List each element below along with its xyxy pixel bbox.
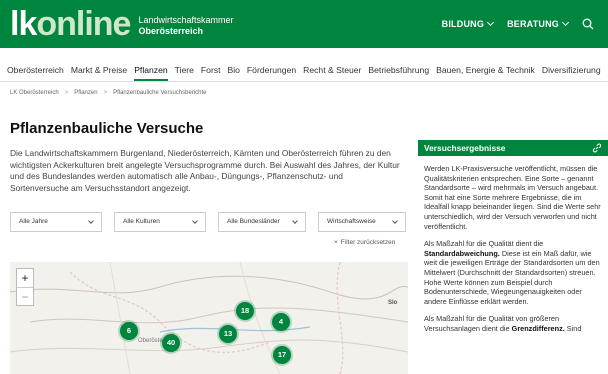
nav-beratung[interactable]: BERATUNG [507, 18, 570, 29]
page-title: Pflanzenbauliche Versuche [10, 120, 204, 137]
map-cluster-marker[interactable]: 13 [219, 325, 237, 343]
info-text: Sind [564, 323, 582, 333]
info-text: Als Maßzahl für die Qualität dient die [424, 239, 544, 249]
map-cluster-marker[interactable]: 40 [162, 334, 180, 352]
logo-wordmark: lkonline [10, 5, 131, 43]
nav-beratung-label: BERATUNG [507, 19, 559, 29]
info-emphasis: Standardabweichung. [424, 248, 500, 258]
breadcrumb-separator: > [64, 90, 69, 96]
results-info-title: Versuchsergebnisse [424, 143, 506, 153]
category-nav: Oberösterreich Markt & Preise Pflanzen T… [0, 58, 608, 82]
map-view[interactable]: + − Oberöste Slo 6 40 18 13 4 17 [10, 262, 408, 374]
map-cluster-marker[interactable]: 18 [236, 302, 254, 320]
cat-oberoesterreich[interactable]: Oberösterreich [7, 58, 64, 81]
cat-markt-preise[interactable]: Markt & Preise [71, 58, 127, 81]
year-select[interactable]: Alle Jahre [10, 212, 102, 232]
reset-filters-label: Filter zurücksetzen [340, 239, 396, 246]
map-label: Oberöste [138, 338, 163, 344]
zoom-in-button[interactable]: + [17, 269, 33, 287]
intro-text: Die Landwirtschaftskammern Burgenland, N… [10, 148, 400, 193]
org-name: Landwirtschaftskammer Oberösterreich [138, 15, 233, 37]
map-cluster-marker[interactable]: 17 [273, 346, 291, 364]
org-name-line1: Landwirtschaftskammer [138, 15, 234, 25]
top-header: lkonline Landwirtschaftskammer Oberöster… [0, 0, 608, 48]
cat-pflanzen[interactable]: Pflanzen [134, 58, 169, 81]
region-select[interactable]: Wirtschaftsweise [318, 212, 406, 232]
year-select-value: Alle Jahre [19, 218, 48, 225]
map-label: Slo [388, 300, 398, 306]
chevron-down-icon [487, 18, 495, 27]
site-logo[interactable]: lkonline Landwirtschaftskammer Oberöster… [10, 6, 234, 42]
map-cluster-marker[interactable]: 4 [272, 313, 290, 331]
info-emphasis: Grenzdifferenz. [511, 323, 565, 333]
region-select-value: Wirtschaftsweise [327, 218, 376, 225]
nav-bildung-label: BILDUNG [441, 19, 485, 29]
close-icon: × [334, 239, 338, 246]
cat-forst[interactable]: Forst [201, 58, 221, 81]
map-cluster-marker[interactable]: 6 [120, 322, 138, 340]
map-zoom-control: + − [16, 268, 34, 306]
chevron-down-icon [88, 218, 94, 224]
breadcrumb-item-current: Pflanzenbauliche Versuchsberichte [113, 90, 207, 96]
link-icon[interactable] [592, 143, 602, 153]
cat-tiere[interactable]: Tiere [175, 58, 194, 81]
info-paragraph: Als Maßzahl für die Qualität dient die S… [424, 239, 602, 306]
chevron-down-icon [392, 218, 398, 224]
chevron-down-icon [192, 218, 198, 224]
results-info-body: Werden LK-Praxisversuche veröffentlicht,… [418, 156, 608, 334]
zoom-out-button[interactable]: − [17, 287, 33, 305]
results-info-header: Versuchsergebnisse [418, 140, 608, 156]
logo-lk: lk [10, 5, 37, 43]
cat-foerderungen[interactable]: Förderungen [247, 58, 296, 81]
org-name-line2: Oberösterreich [138, 26, 203, 36]
crop-select[interactable]: Alle Kulturen [114, 212, 206, 232]
breadcrumb-item[interactable]: Pflanzen [74, 90, 97, 96]
cat-betriebsfuehrung[interactable]: Betriebsführung [368, 58, 429, 81]
breadcrumb-separator: > [103, 90, 108, 96]
breadcrumb: LK Oberösterreich > Pflanzen > Pflanzenb… [10, 90, 207, 96]
state-select[interactable]: Alle Bundesländer [218, 212, 306, 232]
breadcrumb-item[interactable]: LK Oberösterreich [10, 90, 59, 96]
top-nav: BILDUNG BERATUNG [442, 18, 594, 30]
results-info-panel: Versuchsergebnisse Werden LK-Praxisversu… [418, 140, 608, 374]
chevron-down-icon [561, 18, 570, 27]
cat-recht-steuer[interactable]: Recht & Steuer [303, 58, 361, 81]
crop-select-value: Alle Kulturen [123, 218, 160, 225]
logo-online: online [36, 5, 131, 43]
search-icon[interactable] [582, 18, 594, 30]
info-paragraph: Werden LK-Praxisversuche veröffentlicht,… [424, 164, 601, 231]
map-terrain [10, 262, 408, 374]
nav-bildung[interactable]: BILDUNG [441, 18, 495, 29]
reset-filters-button[interactable]: × Filter zurücksetzen [334, 239, 395, 246]
chevron-down-icon [292, 218, 298, 224]
cat-bio[interactable]: Bio [228, 58, 240, 81]
state-select-value: Alle Bundesländer [227, 218, 280, 225]
cat-bauen-energie-technik[interactable]: Bauen, Energie & Technik [436, 58, 535, 81]
info-paragraph: Als Maßzahl für die Qualität von größere… [424, 314, 602, 333]
cat-diversifizierung[interactable]: Diversifizierung [542, 58, 601, 81]
